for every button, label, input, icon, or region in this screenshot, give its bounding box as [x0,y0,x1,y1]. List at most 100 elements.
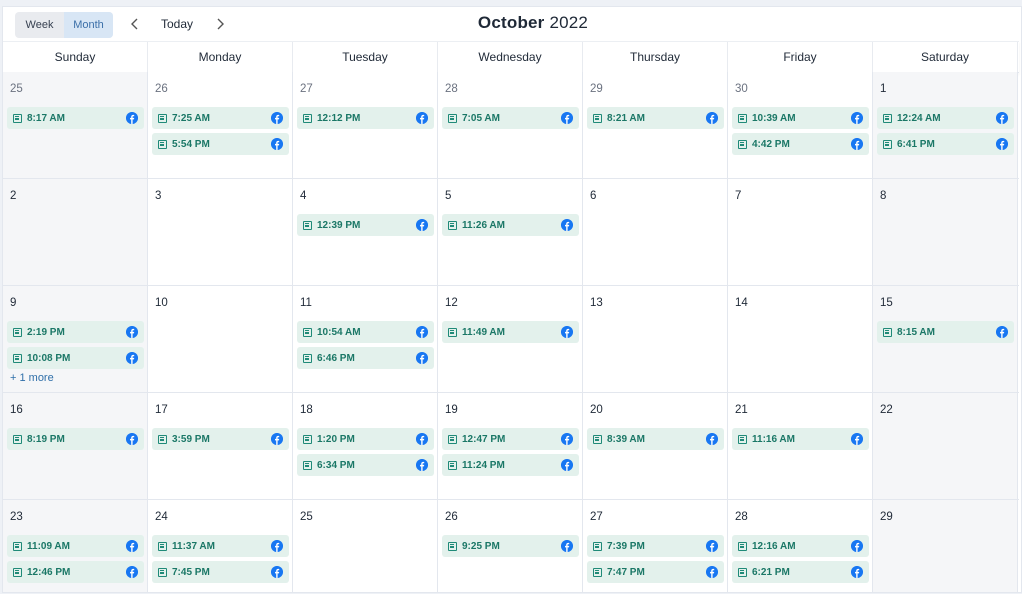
scheduled-post-event[interactable]: 7:45 PM [152,561,289,583]
facebook-icon [706,112,718,124]
day-cell[interactable]: 26 9:25 PM [438,500,583,592]
day-header-sunday: Sunday [3,42,148,72]
day-header-monday: Monday [148,42,293,72]
day-cell[interactable]: 27 7:39 PM 7:47 PM [583,500,728,592]
day-cell[interactable]: 15 8:15 AM [873,286,1018,392]
day-cell[interactable]: 14 [728,286,873,392]
scheduled-post-event[interactable]: 12:12 PM [297,107,434,129]
day-cell[interactable]: 10 [148,286,293,392]
facebook-icon [851,540,863,552]
scheduled-post-event[interactable]: 6:34 PM [297,454,434,476]
day-number: 19 [445,404,458,416]
day-cell[interactable]: 5 11:26 AM [438,179,583,285]
scheduled-post-event[interactable]: 12:39 PM [297,214,434,236]
day-cell[interactable]: 21 11:16 AM [728,393,873,499]
day-cell[interactable]: 3 [148,179,293,285]
facebook-icon [561,433,573,445]
event-time: 8:17 AM [27,112,65,124]
scheduled-post-event[interactable]: 12:47 PM [442,428,579,450]
scheduled-post-event[interactable]: 7:25 AM [152,107,289,129]
day-cell[interactable]: 28 12:16 AM 6:21 PM [728,500,873,592]
more-events-link[interactable]: + 1 more [10,372,144,384]
day-cell[interactable]: 25 [293,500,438,592]
event-time: 6:41 PM [897,138,935,150]
scheduled-post-event[interactable]: 9:25 PM [442,535,579,557]
day-cell[interactable]: 17 3:59 PM [148,393,293,499]
day-cell[interactable]: 1 12:24 AM 6:41 PM [873,72,1018,178]
scheduled-post-event[interactable]: 5:54 PM [152,133,289,155]
post-icon [303,220,312,230]
day-cell[interactable]: 26 7:25 AM 5:54 PM [148,72,293,178]
scheduled-post-event[interactable]: 6:41 PM [877,133,1014,155]
scheduled-post-event[interactable]: 6:46 PM [297,347,434,369]
day-cell[interactable]: 12 11:49 AM [438,286,583,392]
scheduled-post-event[interactable]: 11:09 AM [7,535,144,557]
facebook-icon [271,112,283,124]
facebook-icon [126,352,138,364]
scheduled-post-event[interactable]: 8:21 AM [587,107,724,129]
scheduled-post-event[interactable]: 7:39 PM [587,535,724,557]
day-number: 13 [590,297,603,309]
day-cell[interactable]: 20 8:39 AM [583,393,728,499]
scheduled-post-event[interactable]: 11:26 AM [442,214,579,236]
day-cell[interactable]: 6 [583,179,728,285]
day-cell[interactable]: 27 12:12 PM [293,72,438,178]
day-cell[interactable]: 24 11:37 AM 7:45 PM [148,500,293,592]
event-time: 10:54 AM [317,326,361,338]
day-cell[interactable]: 8 [873,179,1018,285]
scheduled-post-event[interactable]: 6:21 PM [732,561,869,583]
day-cell[interactable]: 2 [3,179,148,285]
day-cell[interactable]: 16 8:19 PM [3,393,148,499]
post-icon [303,327,312,337]
scheduled-post-event[interactable]: 2:19 PM [7,321,144,343]
event-list: 11:49 AM [442,321,579,347]
scheduled-post-event[interactable]: 12:46 PM [7,561,144,583]
day-number: 8 [880,190,887,202]
day-cell[interactable]: 11 10:54 AM 6:46 PM [293,286,438,392]
day-cell[interactable]: 28 7:05 AM [438,72,583,178]
scheduled-post-event[interactable]: 12:16 AM [732,535,869,557]
post-icon [13,567,22,577]
today-button[interactable]: Today [153,13,201,35]
day-cell[interactable]: 7 [728,179,873,285]
scheduled-post-event[interactable]: 7:05 AM [442,107,579,129]
post-icon [448,460,457,470]
event-list: 8:15 AM [877,321,1014,347]
scheduled-post-event[interactable]: 3:59 PM [152,428,289,450]
scheduled-post-event[interactable]: 11:16 AM [732,428,869,450]
scheduled-post-event[interactable]: 12:24 AM [877,107,1014,129]
scheduled-post-event[interactable]: 1:20 PM [297,428,434,450]
facebook-icon [126,112,138,124]
scheduled-post-event[interactable]: 4:42 PM [732,133,869,155]
scheduled-post-event[interactable]: 8:19 PM [7,428,144,450]
day-cell[interactable]: 4 12:39 PM [293,179,438,285]
scheduled-post-event[interactable]: 11:24 PM [442,454,579,476]
day-number: 11 [300,297,312,309]
scheduled-post-event[interactable]: 10:39 AM [732,107,869,129]
scheduled-post-event[interactable]: 8:39 AM [587,428,724,450]
day-cell[interactable]: 29 [873,500,1018,592]
day-cell[interactable]: 29 8:21 AM [583,72,728,178]
scheduled-post-event[interactable]: 11:49 AM [442,321,579,343]
day-cell[interactable]: 23 11:09 AM 12:46 PM [3,500,148,592]
day-cell[interactable]: 9 2:19 PM 10:08 PM + 1 more [3,286,148,392]
chevron-right-icon[interactable] [210,13,230,35]
day-cell[interactable]: 22 [873,393,1018,499]
day-cell[interactable]: 30 10:39 AM 4:42 PM [728,72,873,178]
event-list: 1:20 PM 6:34 PM [297,428,434,480]
chevron-left-icon[interactable] [125,13,145,35]
scheduled-post-event[interactable]: 10:54 AM [297,321,434,343]
day-cell[interactable]: 18 1:20 PM 6:34 PM [293,393,438,499]
week-view-button[interactable]: Week [15,12,64,38]
scheduled-post-event[interactable]: 7:47 PM [587,561,724,583]
day-number: 26 [445,511,458,523]
day-cell[interactable]: 13 [583,286,728,392]
scheduled-post-event[interactable]: 8:17 AM [7,107,144,129]
facebook-icon [416,433,428,445]
scheduled-post-event[interactable]: 10:08 PM [7,347,144,369]
day-cell[interactable]: 19 12:47 PM 11:24 PM [438,393,583,499]
month-view-button[interactable]: Month [64,12,113,38]
day-cell[interactable]: 25 8:17 AM [3,72,148,178]
scheduled-post-event[interactable]: 8:15 AM [877,321,1014,343]
scheduled-post-event[interactable]: 11:37 AM [152,535,289,557]
